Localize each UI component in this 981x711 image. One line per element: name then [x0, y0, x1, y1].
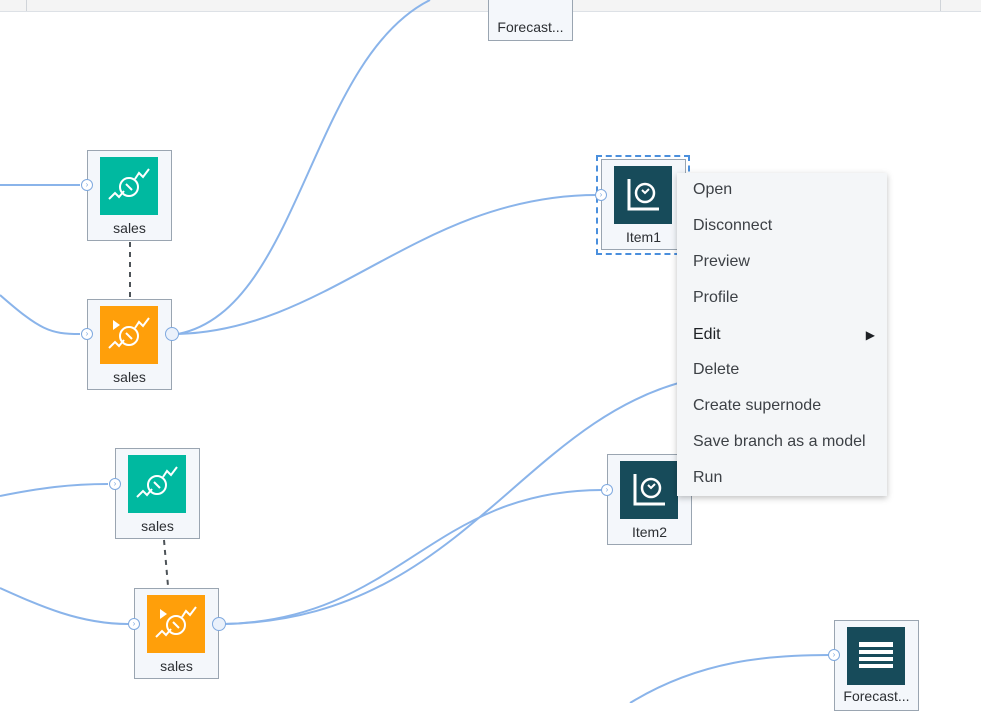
- menu-item-save-branch[interactable]: Save branch as a model: [693, 433, 866, 451]
- link-left-to-sales-4: [0, 587, 129, 625]
- link-bottom-to-forecast: [629, 654, 830, 703]
- time-series-run-icon: [100, 306, 158, 364]
- time-series-icon: [128, 455, 186, 513]
- time-series-run-icon: [147, 595, 205, 653]
- menu-item-preview[interactable]: Preview: [693, 253, 750, 271]
- submenu-arrow-icon: ▶: [865, 328, 875, 342]
- menu-item-profile[interactable]: Profile: [693, 289, 738, 307]
- menu-item-open[interactable]: Open: [693, 181, 732, 199]
- node-label: Forecast...: [843, 688, 910, 704]
- node-label: sales: [113, 369, 146, 385]
- node-sales-1[interactable]: sales ›: [81, 150, 172, 241]
- node-label: Item1: [625, 229, 661, 245]
- table-icon: [847, 627, 905, 685]
- node-forecast-bottom[interactable]: Forecast... ›: [828, 620, 919, 711]
- analysis-chart-icon: [614, 166, 672, 224]
- input-port[interactable]: ›: [601, 484, 613, 496]
- node-sales-2[interactable]: sales ›: [81, 299, 179, 390]
- menu-item-delete[interactable]: Delete: [693, 361, 739, 379]
- menu-item-create-supernode[interactable]: Create supernode: [693, 397, 821, 415]
- flow-canvas[interactable]: Forecast... sales › sales › Item1 › sale…: [0, 0, 981, 711]
- analysis-chart-icon: [620, 461, 678, 519]
- input-port[interactable]: ›: [128, 618, 140, 630]
- context-menu: Open Disconnect Preview Profile Edit ▶ D…: [677, 173, 887, 496]
- link-sales-4-to-item2: [223, 489, 603, 625]
- input-port[interactable]: ›: [828, 649, 840, 661]
- link-left-to-sales-3: [0, 483, 109, 497]
- link-sales-3-to-sales-4: [163, 539, 169, 587]
- link-sales-2-to-forecast-top: [177, 0, 431, 335]
- node-item1[interactable]: Item1 ›: [595, 159, 686, 250]
- link-sales-2-to-item1: [177, 194, 598, 335]
- node-label: sales: [160, 658, 193, 674]
- node-label: Item2: [631, 524, 667, 540]
- output-port[interactable]: [212, 617, 226, 631]
- node-forecast-top[interactable]: Forecast...: [488, 0, 573, 41]
- menu-item-disconnect[interactable]: Disconnect: [693, 217, 772, 235]
- input-port[interactable]: ›: [595, 189, 607, 201]
- node-sales-4[interactable]: sales ›: [128, 588, 226, 679]
- menu-item-run[interactable]: Run: [693, 469, 722, 487]
- input-port[interactable]: ›: [81, 328, 93, 340]
- menu-item-edit[interactable]: Edit: [693, 326, 721, 344]
- output-port[interactable]: [165, 327, 179, 341]
- node-label: Forecast...: [497, 19, 564, 35]
- node-sales-3[interactable]: sales ›: [109, 448, 200, 539]
- input-port[interactable]: ›: [81, 179, 93, 191]
- time-series-icon: [100, 157, 158, 215]
- node-label: sales: [113, 220, 146, 236]
- node-label: sales: [141, 518, 174, 534]
- link-left-to-sales-2: [0, 294, 81, 335]
- input-port[interactable]: ›: [109, 478, 121, 490]
